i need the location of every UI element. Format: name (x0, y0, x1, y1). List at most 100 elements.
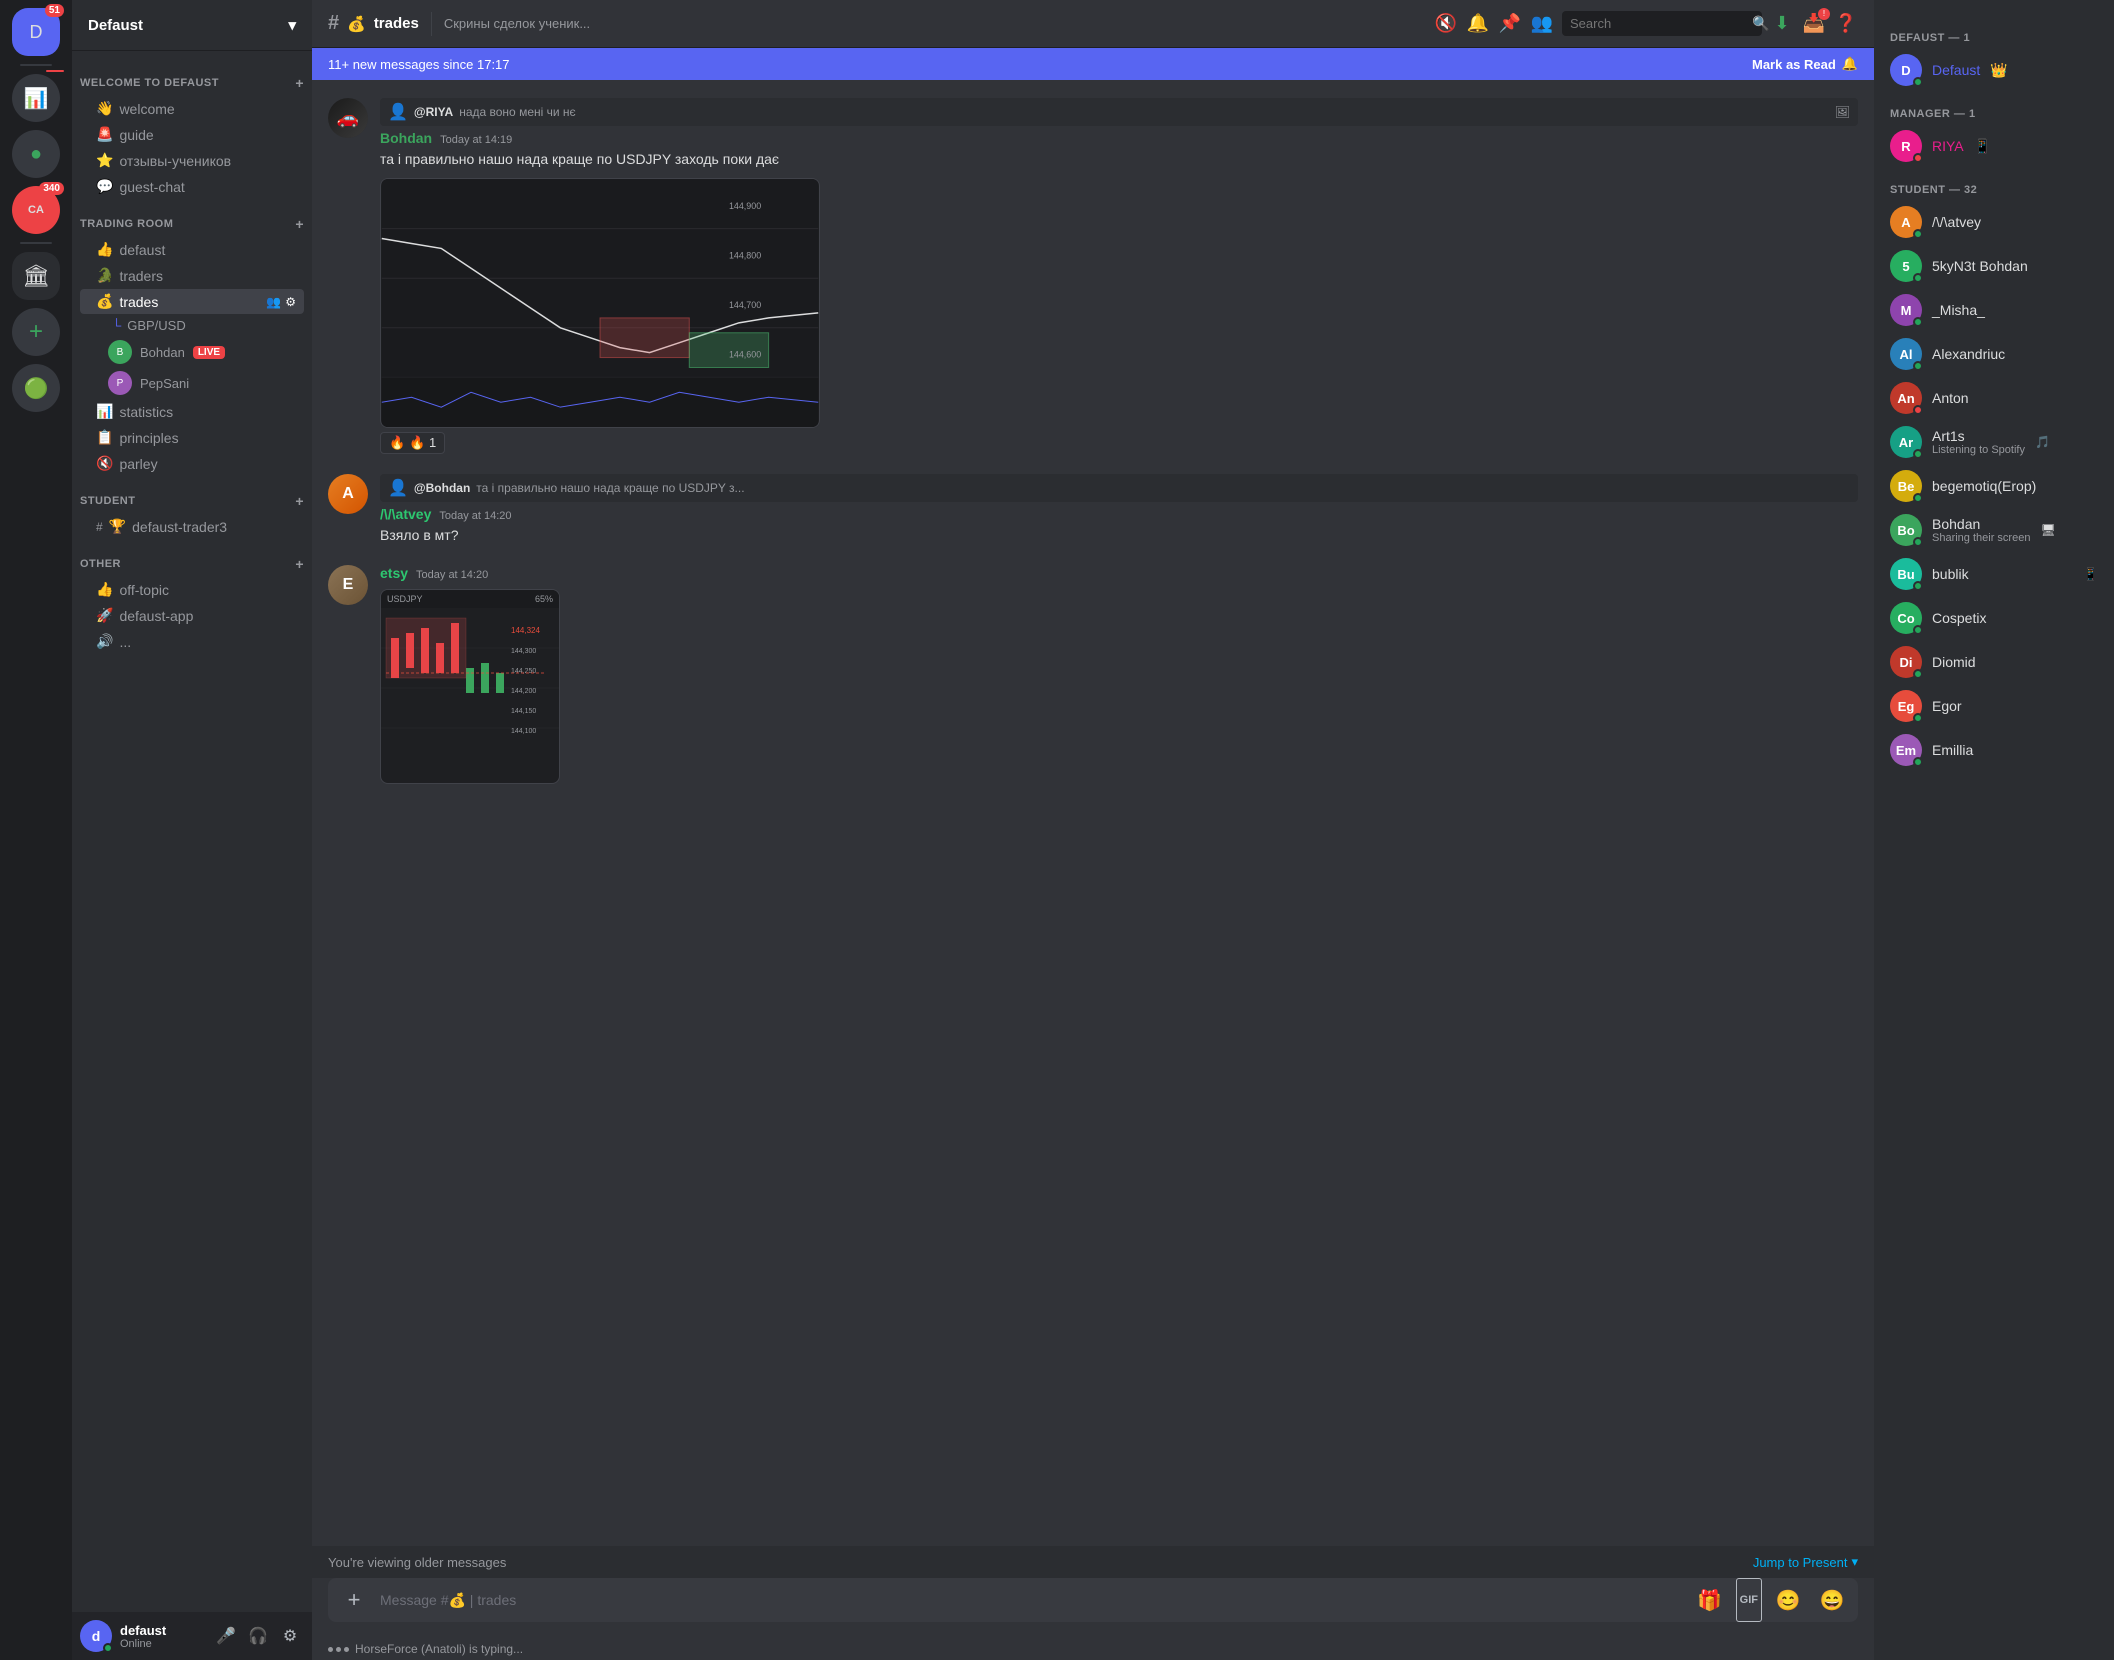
mini-avatar-pepsani: P (108, 371, 132, 395)
gift-button[interactable]: 🎁 (1692, 1578, 1728, 1622)
search-input[interactable] (1570, 16, 1746, 31)
members-icon[interactable]: 👥 (1530, 12, 1554, 36)
mark-as-read-button[interactable]: Mark as Read 🔔 (1752, 56, 1858, 72)
channel-principles[interactable]: 📋 principles (80, 425, 304, 450)
member-avatar-diomid: Di (1890, 646, 1922, 678)
channel-reviews[interactable]: ⭐ отзывы-учеников (80, 148, 304, 173)
reaction-fire[interactable]: 🔥 🔥 1 (380, 432, 445, 454)
server-icon-green[interactable]: 🟢 (12, 364, 60, 412)
channel-emoji-header: 💰 (347, 15, 366, 33)
channel-parley[interactable]: 🔇 parley (80, 451, 304, 476)
voice-user-pepsani[interactable]: P PepSani (80, 368, 304, 398)
jump-to-present-button[interactable]: Jump to Present ▾ (1753, 1554, 1858, 1570)
bell-icon[interactable]: 🔔 (1466, 12, 1490, 36)
settings-button[interactable]: ⚙ (276, 1622, 304, 1650)
mute-icon[interactable]: 🔇 (1434, 12, 1458, 36)
channel-name-parley: parley (119, 456, 296, 472)
channel-statistics[interactable]: 📊 statistics (80, 399, 304, 424)
emoji-button[interactable]: 😄 (1814, 1578, 1850, 1622)
add-member-icon[interactable]: 👥 (266, 295, 281, 309)
plus-icon-other[interactable]: + (295, 556, 304, 572)
member-status-begemotiq (1913, 493, 1923, 503)
mini-avatar-bohdan: B (108, 340, 132, 364)
member-alexandriuc[interactable]: Al Alexandriuc (1882, 332, 2106, 376)
channel-traders[interactable]: 🐊 traders (80, 263, 304, 288)
channel-defaust[interactable]: 👍 defaust (80, 237, 304, 262)
message-text-1: та і правильно нашо нада краще по USDJPY… (380, 150, 1858, 170)
member-avatar-defaust: D (1890, 54, 1922, 86)
server-icon-3[interactable]: ● (12, 130, 60, 178)
member-avatar-cospetix: Co (1890, 602, 1922, 634)
member-bohdan[interactable]: Bo Bohdan Sharing their screen 🖥 (1882, 508, 2106, 552)
channel-emoji: 🔊 (96, 633, 113, 650)
server-icon-defaust-logo[interactable]: 🏛 (12, 252, 60, 300)
member-bublik[interactable]: Bu bublik 📱 (1882, 552, 2106, 596)
channel-emoji: 👋 (96, 100, 113, 117)
channel-emoji: 📋 (96, 429, 113, 446)
member-atvey[interactable]: A /\/\atvey (1882, 200, 2106, 244)
typing-dot-3 (344, 1647, 349, 1652)
channel-name-guide: guide (119, 127, 296, 143)
member-defaust[interactable]: D Defaust 👑 (1882, 48, 2106, 92)
message-header-2: /\/\atvey Today at 14:20 (380, 506, 1858, 522)
headphones-button[interactable]: 🎧 (244, 1622, 272, 1650)
member-avatar-atvey: A (1890, 206, 1922, 238)
channel-emoji: 🚨 (96, 126, 113, 143)
member-status-diomid (1913, 669, 1923, 679)
category-trading-room[interactable]: TRADING ROOM + (72, 200, 312, 236)
plus-icon[interactable]: + (295, 75, 304, 91)
member-cospetix[interactable]: Co Cospetix (1882, 596, 2106, 640)
message-header-3: etsy Today at 14:20 (380, 565, 1858, 581)
category-student[interactable]: STUDENT + (72, 477, 312, 513)
channel-more[interactable]: 🔊 ... (80, 629, 304, 654)
member-art1s[interactable]: Ar Art1s Listening to Spotify 🎵 (1882, 420, 2106, 464)
member-riya[interactable]: R RIYA 📱 (1882, 124, 2106, 168)
inbox-icon[interactable]: 📥 ! (1802, 12, 1826, 36)
settings-icon[interactable]: ⚙ (285, 295, 296, 309)
channel-welcome[interactable]: 👋 welcome (80, 96, 304, 121)
member-avatar-bohdan-member: Bo (1890, 514, 1922, 546)
download-icon[interactable]: ⬇ (1770, 12, 1794, 36)
server-icon-2[interactable]: 📊 (12, 74, 60, 122)
channel-guest-chat[interactable]: 💬 guest-chat (80, 174, 304, 199)
search-bar[interactable]: 🔍 (1562, 11, 1762, 36)
channel-trades[interactable]: 💰 trades 👥 ⚙ (80, 289, 304, 314)
category-welcome[interactable]: WELCOME TO DEFAUST + (72, 59, 312, 95)
member-emillia[interactable]: Em Emillia (1882, 728, 2106, 772)
server-header[interactable]: Defaust ▾ (72, 0, 312, 51)
voice-user-bohdan[interactable]: B Bohdan LIVE (80, 337, 304, 367)
channel-guide[interactable]: 🚨 guide (80, 122, 304, 147)
plus-icon-student[interactable]: + (295, 493, 304, 509)
member-egor[interactable]: Eg Egor (1882, 684, 2106, 728)
add-button[interactable]: + (336, 1578, 372, 1622)
server-badge-4: 340 (39, 182, 64, 195)
plus-icon-trading[interactable]: + (295, 216, 304, 232)
message-avatar-atvey: A (328, 474, 368, 514)
help-icon[interactable]: ❓ (1834, 12, 1858, 36)
sub-channel-gbp-usd[interactable]: └ GBP/USD (80, 315, 304, 336)
chat-input-container: + 🎁 GIF 😊 😄 (328, 1578, 1858, 1622)
server-icon-add[interactable]: + (12, 308, 60, 356)
server-icon-4[interactable]: CA 340 (12, 186, 60, 234)
member-begemotiq[interactable]: Be begemotiq(Erop) (1882, 464, 2106, 508)
member-anton[interactable]: An Anton (1882, 376, 2106, 420)
server-icon-defaust[interactable]: D 51 (12, 8, 60, 56)
pin-icon[interactable]: 📌 (1498, 12, 1522, 36)
channel-off-topic[interactable]: 👍 off-topic (80, 577, 304, 602)
header-actions: 🔇 🔔 📌 👥 🔍 ⬇ 📥 ! ❓ (1434, 11, 1858, 36)
mic-button[interactable]: 🎤 (212, 1622, 240, 1650)
svg-text:144,900: 144,900 (729, 200, 761, 210)
member-diomid[interactable]: Di Diomid (1882, 640, 2106, 684)
gif-button[interactable]: GIF (1736, 1578, 1762, 1622)
member-misha[interactable]: M _Misha_ (1882, 288, 2106, 332)
channel-defaust-app[interactable]: 🚀 defaust-app (80, 603, 304, 628)
message-timestamp-3: Today at 14:20 (416, 569, 488, 581)
sticker-button[interactable]: 😊 (1770, 1578, 1806, 1622)
chat-input[interactable] (380, 1580, 1684, 1620)
category-other[interactable]: OTHER + (72, 540, 312, 576)
member-5kyn3t[interactable]: 5 5kyN3t Bohdan (1882, 244, 2106, 288)
server-badge: 51 (45, 4, 64, 17)
chevron-down-icon: ▾ (288, 16, 296, 34)
reaction-count: 🔥 1 (409, 435, 436, 451)
channel-defaust-trader3[interactable]: # 🏆 defaust-trader3 (80, 514, 304, 539)
